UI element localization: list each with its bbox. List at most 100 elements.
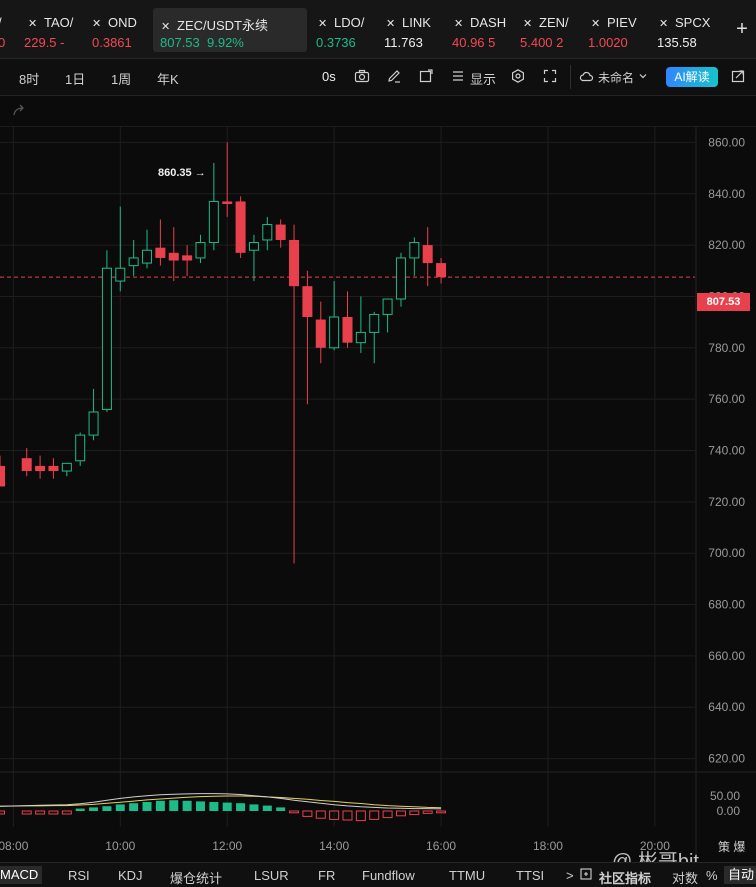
chevron-down-icon[interactable] [635, 68, 651, 84]
y-tick-label: 780.00 [708, 341, 745, 355]
pencil-icon[interactable] [386, 68, 402, 84]
ticker-price: 807.53 [160, 35, 200, 50]
percent-toggle[interactable]: % [706, 868, 718, 883]
tab-kdj[interactable]: KDJ [118, 868, 143, 883]
auto-scale-toggle[interactable]: 自动 [724, 866, 756, 884]
side-text: 策 爆 [718, 840, 746, 854]
current-price-tag: 807.53 [697, 293, 750, 311]
interval-1w[interactable]: 1周 [111, 69, 131, 88]
x-tick-label: 12:00 [212, 839, 242, 853]
ticker-symbol: PIEV [607, 15, 637, 30]
fullscreen-icon[interactable] [542, 68, 558, 84]
macd-bar [195, 801, 205, 811]
macd-bar [382, 810, 393, 819]
macd-bar [249, 804, 259, 811]
ticker-item-link[interactable]: ✕ LINK 11.763 [384, 8, 440, 52]
ticker-item-zen[interactable]: ✕ ZEN/ 5.400 2 [520, 8, 577, 52]
ticker-bar: / 0 ✕ TAO/ 229.5 - ✕ OND 0.3861 ✕ ZEC/USDT永… [0, 0, 756, 59]
ticker-price: 5.400 [520, 35, 553, 50]
x-tick-label: 10:00 [105, 839, 135, 853]
ticker-change: - [60, 35, 65, 50]
pin-icon: ✕ [659, 18, 669, 30]
pin-icon: ✕ [318, 18, 328, 30]
candle-body [342, 316, 353, 343]
community-icon[interactable] [580, 868, 592, 883]
ticker-symbol: DASH [470, 15, 507, 30]
share-icon[interactable] [730, 68, 746, 84]
ticker-change: 5 [488, 35, 496, 50]
ticker-item-tao[interactable]: ✕ TAO/ 229.5 - [24, 8, 80, 52]
ticker-item-dash[interactable]: ✕ DASH 40.96 5 [452, 8, 508, 52]
y-tick-label: 660.00 [708, 649, 745, 663]
y-tick-label: 820.00 [708, 238, 745, 252]
timer-label[interactable]: 0s [322, 69, 336, 84]
macd-bar [169, 800, 179, 811]
candle-body [409, 242, 420, 259]
macd-bar [142, 802, 152, 811]
candle-body [222, 201, 233, 205]
pin-icon: ✕ [523, 18, 533, 30]
cloud-icon [578, 68, 594, 84]
candle-body [0, 465, 5, 487]
community-indicators[interactable]: 社区指标 [599, 868, 651, 887]
tab-lsur[interactable]: LSUR [254, 868, 289, 883]
candle-body [289, 239, 300, 287]
template-select[interactable]: 未命名 [598, 69, 634, 86]
candlestick-chart[interactable]: 860.00840.00820.00800.00780.00760.00740.… [0, 127, 756, 861]
tab-fundflow[interactable]: Fundflow [362, 868, 415, 883]
x-tick-label: 08:00 [0, 839, 29, 853]
x-tick-label: 14:00 [319, 839, 349, 853]
log-scale-toggle[interactable]: 对数 [672, 868, 698, 887]
candle-body [182, 255, 193, 261]
macd-bar [355, 810, 366, 822]
list-icon[interactable] [450, 68, 466, 84]
pin-icon: ✕ [92, 18, 102, 30]
ticker-item-ldo[interactable]: ✕ LDO/ 0.3736 [316, 8, 372, 52]
gear-icon[interactable] [510, 68, 526, 84]
redo-icon[interactable] [10, 102, 28, 120]
ticker-symbol: LINK [402, 15, 431, 30]
y-tick-label: 760.00 [708, 392, 745, 406]
interval-8h[interactable]: 8时 [19, 69, 39, 88]
candle-body [422, 245, 433, 264]
tab-ttsi[interactable]: TTSI [516, 868, 544, 883]
add-ticker-icon[interactable]: + [728, 15, 756, 43]
macd-bar [129, 803, 139, 811]
y-tick-label: 720.00 [708, 495, 745, 509]
ticker-item-spcx[interactable]: ✕ SPCX 135.58 [657, 8, 715, 52]
tab-rsi[interactable]: RSI [68, 868, 90, 883]
macd-bar [409, 810, 420, 816]
ticker-item-ond[interactable]: ✕ OND 0.3861 [92, 8, 146, 52]
ticker-symbol: / [0, 15, 2, 30]
tab-macd[interactable]: MACD [0, 866, 43, 884]
new-window-icon[interactable] [418, 68, 434, 84]
ticker-item-0[interactable]: / 0 [0, 8, 26, 52]
candle-body [168, 252, 179, 261]
candle-body [101, 267, 112, 410]
macd-bar [395, 810, 406, 817]
ticker-item-piev[interactable]: ✕ PIEV 1.0020 [588, 8, 643, 52]
ticker-price: 135.58 [657, 35, 697, 50]
x-tick-label: 18:00 [533, 839, 563, 853]
candle-body [302, 286, 313, 317]
ticker-item-zec[interactable]: ✕ ZEC/USDT永续 807.53 9.92% [153, 8, 307, 52]
tab-ttmu[interactable]: TTMU [449, 868, 485, 883]
candle-body [155, 247, 166, 258]
camera-icon[interactable] [354, 68, 370, 84]
display-button[interactable]: 显示 [470, 69, 496, 88]
macd-bar [61, 810, 72, 815]
ticker-symbol: LDO/ [334, 15, 365, 30]
tab-fr[interactable]: FR [318, 868, 335, 883]
interval-1y[interactable]: 年K [157, 69, 179, 88]
macd-bar [289, 810, 300, 814]
ticker-price: 0.3736 [316, 35, 356, 50]
tab-liquidation[interactable]: 爆仓统计 [170, 868, 222, 887]
macd-bar [369, 810, 380, 820]
tabs-more-chevron[interactable]: > [566, 868, 574, 883]
interval-1d[interactable]: 1日 [65, 69, 85, 88]
candle-body [248, 242, 259, 251]
macd-bar [102, 806, 112, 811]
pin-icon: ✕ [28, 18, 38, 30]
ai-analysis-button[interactable]: AI解读 [666, 67, 718, 87]
chart-area[interactable]: 860.00840.00820.00800.00780.00760.00740.… [0, 127, 756, 861]
